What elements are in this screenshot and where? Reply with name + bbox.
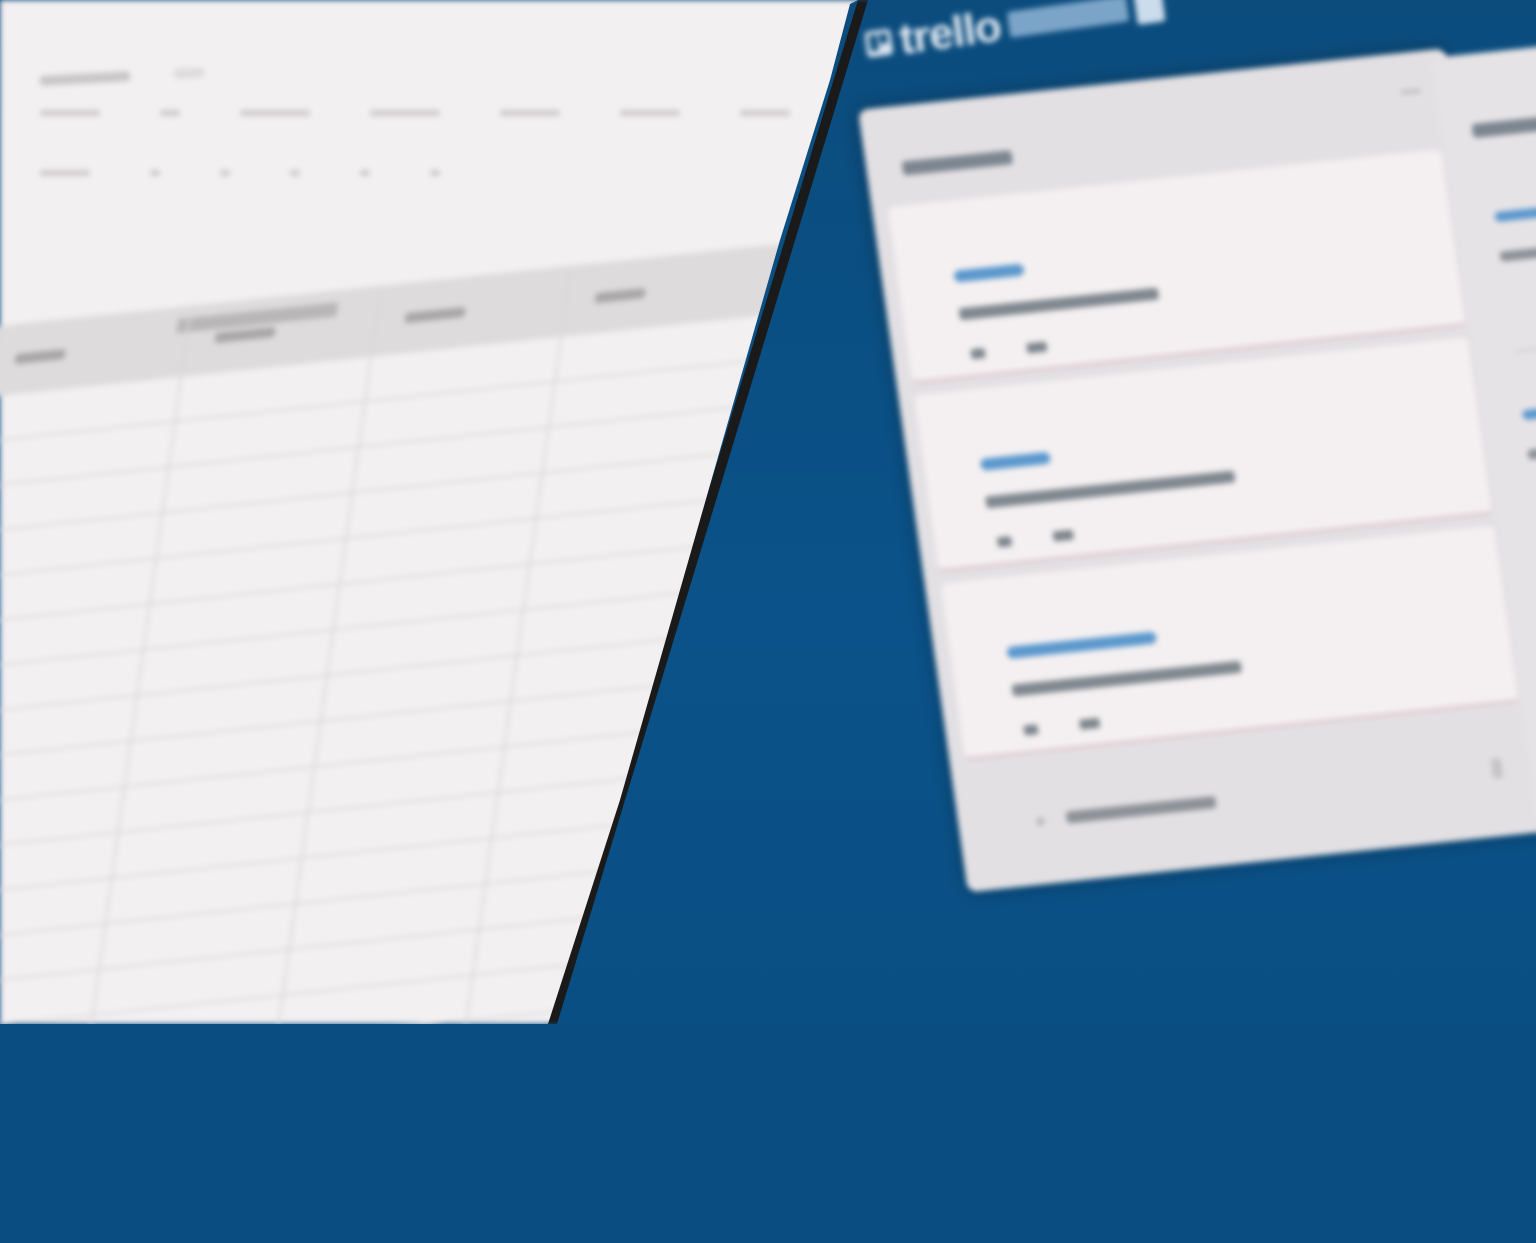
card-divider bbox=[1513, 336, 1536, 353]
list-menu-icon[interactable] bbox=[1400, 89, 1422, 101]
list-title[interactable] bbox=[1471, 112, 1536, 139]
card-title bbox=[1011, 660, 1243, 697]
ribbon-item[interactable] bbox=[740, 110, 790, 116]
add-card-label bbox=[1065, 796, 1217, 824]
card-label bbox=[1006, 631, 1158, 659]
ribbon-item[interactable] bbox=[360, 170, 370, 176]
column-header[interactable] bbox=[594, 287, 646, 304]
screen: trello + bbox=[0, 0, 1536, 1029]
composer-icon[interactable] bbox=[1490, 757, 1504, 779]
column-header[interactable] bbox=[14, 348, 66, 365]
card-title bbox=[958, 287, 1160, 321]
list-title[interactable] bbox=[901, 150, 1014, 176]
ribbon-item[interactable] bbox=[290, 170, 300, 176]
ribbon-item[interactable] bbox=[240, 110, 310, 116]
card-title bbox=[1527, 443, 1536, 460]
card-label bbox=[1521, 402, 1536, 421]
card-title bbox=[985, 470, 1236, 509]
ribbon-row bbox=[40, 170, 440, 176]
description-icon bbox=[1052, 529, 1074, 542]
card-label bbox=[953, 263, 1025, 283]
ribbon-item[interactable] bbox=[150, 170, 160, 176]
plus-icon: + bbox=[1033, 810, 1049, 834]
menu-item[interactable] bbox=[174, 67, 204, 79]
menu-bar bbox=[40, 67, 204, 86]
card-title bbox=[1499, 245, 1536, 262]
card-label bbox=[979, 451, 1052, 471]
ribbon-item[interactable] bbox=[220, 170, 230, 176]
description-icon bbox=[1079, 717, 1101, 730]
description-icon bbox=[1026, 341, 1048, 354]
ribbon-item[interactable] bbox=[160, 110, 180, 116]
watch-icon bbox=[1023, 724, 1039, 736]
board-menu-icon[interactable] bbox=[1132, 0, 1166, 26]
column-header[interactable] bbox=[404, 306, 466, 324]
column-header[interactable] bbox=[214, 326, 276, 344]
card-label bbox=[1494, 202, 1536, 223]
list-1: + bbox=[858, 48, 1536, 893]
watch-icon bbox=[996, 536, 1013, 548]
watch-icon bbox=[970, 347, 986, 360]
ribbon-item[interactable] bbox=[40, 110, 100, 116]
ribbon-item[interactable] bbox=[430, 170, 440, 176]
ribbon-item[interactable] bbox=[620, 110, 680, 116]
ribbon-item[interactable] bbox=[40, 170, 90, 176]
board-name bbox=[1006, 0, 1129, 38]
ribbon-item[interactable] bbox=[370, 110, 440, 116]
ribbon-item[interactable] bbox=[500, 110, 560, 116]
ribbon-row bbox=[40, 110, 790, 116]
menu-item[interactable] bbox=[40, 71, 130, 86]
trello-logo-icon bbox=[864, 28, 894, 58]
